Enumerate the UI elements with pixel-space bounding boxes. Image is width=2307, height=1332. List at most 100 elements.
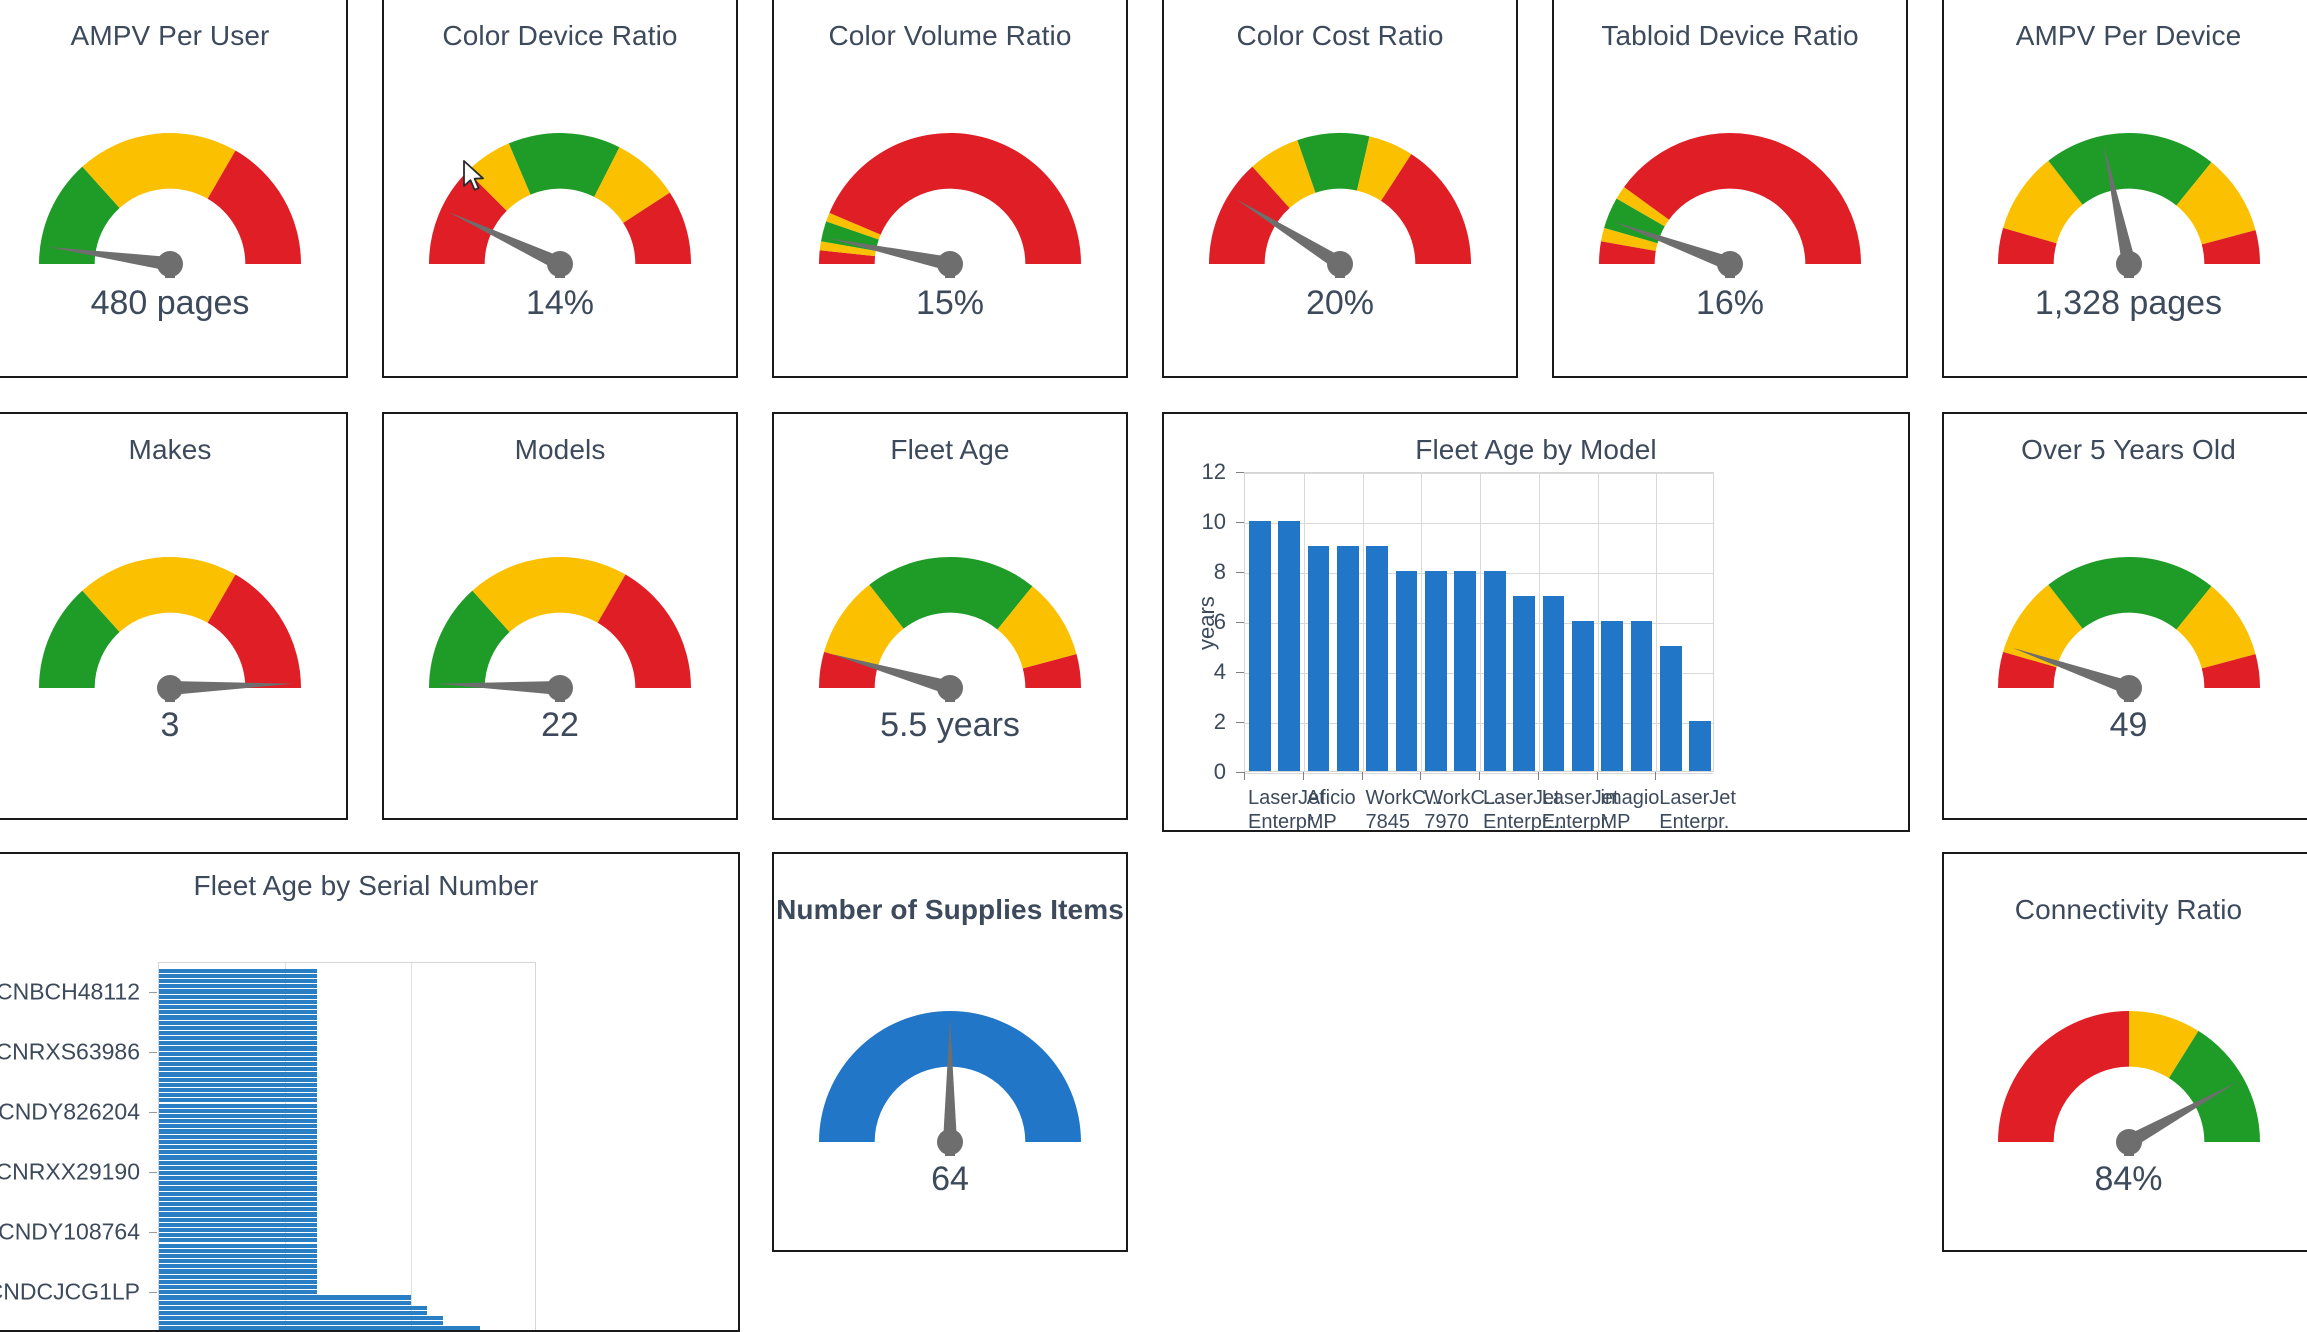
bar[interactable]: [159, 1223, 317, 1227]
bar[interactable]: [159, 1218, 317, 1222]
kpi-card-makes[interactable]: Makes3: [0, 412, 348, 820]
bar[interactable]: [159, 1269, 317, 1273]
bar[interactable]: [159, 1280, 317, 1284]
chart-card-fleet-age-by-serial-number[interactable]: Fleet Age by Serial NumberCNBCH48112CNRX…: [0, 852, 740, 1332]
bar[interactable]: [159, 1010, 317, 1014]
bar[interactable]: [159, 1259, 317, 1263]
bar[interactable]: [159, 1202, 317, 1206]
kpi-card-fleet-age[interactable]: Fleet Age5.5 years: [772, 412, 1128, 820]
kpi-card-models[interactable]: Models22: [382, 412, 738, 820]
bar[interactable]: [1660, 646, 1682, 771]
bar[interactable]: [1278, 521, 1300, 771]
bar[interactable]: [159, 969, 317, 973]
bar[interactable]: [159, 1104, 317, 1108]
bar[interactable]: [159, 1078, 317, 1082]
bar[interactable]: [159, 1119, 317, 1123]
bar[interactable]: [159, 979, 317, 983]
bar[interactable]: [159, 1233, 317, 1237]
bar[interactable]: [159, 1098, 317, 1102]
kpi-card-over-5-years-old[interactable]: Over 5 Years Old49: [1942, 412, 2307, 820]
bar[interactable]: [1513, 596, 1535, 771]
bar[interactable]: [159, 1306, 427, 1310]
bar[interactable]: [159, 1109, 317, 1113]
bar[interactable]: [159, 1114, 317, 1118]
bar[interactable]: [159, 1036, 317, 1040]
bar[interactable]: [1337, 546, 1359, 771]
bar[interactable]: [159, 1301, 411, 1305]
bar[interactable]: [159, 1244, 317, 1248]
bar[interactable]: [159, 1021, 317, 1025]
bar[interactable]: [159, 1326, 480, 1330]
bar[interactable]: [159, 1192, 317, 1196]
bar[interactable]: [159, 1083, 317, 1087]
bar[interactable]: [1484, 571, 1506, 771]
bar[interactable]: [1425, 571, 1447, 771]
kpi-card-color-cost-ratio[interactable]: Color Cost Ratio20%: [1162, 0, 1518, 378]
kpi-card-connectivity-ratio[interactable]: Connectivity Ratio84%: [1942, 852, 2307, 1252]
bar[interactable]: [1308, 546, 1330, 771]
bar[interactable]: [159, 1057, 317, 1061]
bar[interactable]: [159, 1124, 317, 1128]
bar[interactable]: [1631, 621, 1653, 771]
bar[interactable]: [159, 1150, 317, 1154]
bar[interactable]: [159, 1005, 317, 1009]
bar[interactable]: [1396, 571, 1418, 771]
bar[interactable]: [159, 1197, 317, 1201]
bar[interactable]: [159, 1311, 427, 1315]
bar[interactable]: [1366, 546, 1388, 771]
bar[interactable]: [1543, 596, 1565, 771]
x-gridline: [1304, 473, 1305, 771]
bar[interactable]: [1689, 721, 1711, 771]
bar[interactable]: [159, 1140, 317, 1144]
bar[interactable]: [1572, 621, 1594, 771]
bar[interactable]: [159, 974, 317, 978]
kpi-card-ampv-per-user[interactable]: AMPV Per User480 pages: [0, 0, 348, 378]
bar[interactable]: [159, 1161, 317, 1165]
bar[interactable]: [159, 1062, 317, 1066]
kpi-card-ampv-per-device[interactable]: AMPV Per Device1,328 pages: [1942, 0, 2307, 378]
bar[interactable]: [159, 1228, 317, 1232]
bar[interactable]: [159, 1072, 317, 1076]
kpi-card-number-of-supplies-items[interactable]: Number of Supplies Items64: [772, 852, 1128, 1252]
bar[interactable]: [159, 1093, 317, 1097]
kpi-card-tabloid-device-ratio[interactable]: Tabloid Device Ratio16%: [1552, 0, 1908, 378]
chart-card-fleet-age-by-model[interactable]: Fleet Age by Model024681012LaserJetEnter…: [1162, 412, 1910, 832]
bar[interactable]: [159, 1046, 317, 1050]
bar[interactable]: [159, 989, 317, 993]
bar[interactable]: [159, 1207, 317, 1211]
bar[interactable]: [159, 1212, 317, 1216]
bar[interactable]: [159, 1290, 317, 1294]
bar[interactable]: [159, 1181, 317, 1185]
bar[interactable]: [159, 1135, 317, 1139]
bar[interactable]: [159, 1129, 317, 1133]
bar[interactable]: [159, 995, 317, 999]
bar[interactable]: [159, 1249, 317, 1253]
bar[interactable]: [159, 984, 317, 988]
bar[interactable]: [159, 1285, 317, 1289]
bar[interactable]: [159, 1067, 317, 1071]
bar[interactable]: [1454, 571, 1476, 771]
kpi-card-color-volume-ratio[interactable]: Color Volume Ratio15%: [772, 0, 1128, 378]
bar[interactable]: [1249, 521, 1271, 771]
bar[interactable]: [159, 1155, 317, 1159]
bar[interactable]: [159, 1238, 317, 1242]
bar[interactable]: [159, 1171, 317, 1175]
bar[interactable]: [159, 1321, 443, 1325]
bar[interactable]: [159, 1041, 317, 1045]
bar[interactable]: [159, 1052, 317, 1056]
bar[interactable]: [159, 1275, 317, 1279]
bar[interactable]: [159, 1176, 317, 1180]
bar[interactable]: [159, 1186, 317, 1190]
bar[interactable]: [159, 1000, 317, 1004]
bar[interactable]: [159, 1264, 317, 1268]
bar[interactable]: [159, 1145, 317, 1149]
bar[interactable]: [159, 1166, 317, 1170]
kpi-card-color-device-ratio[interactable]: Color Device Ratio14%: [382, 0, 738, 378]
bar[interactable]: [159, 1088, 317, 1092]
bar[interactable]: [159, 1015, 317, 1019]
bar[interactable]: [159, 1031, 317, 1035]
bar[interactable]: [159, 1295, 411, 1299]
bar[interactable]: [159, 1254, 317, 1258]
bar[interactable]: [159, 1026, 317, 1030]
bar[interactable]: [1601, 621, 1623, 771]
